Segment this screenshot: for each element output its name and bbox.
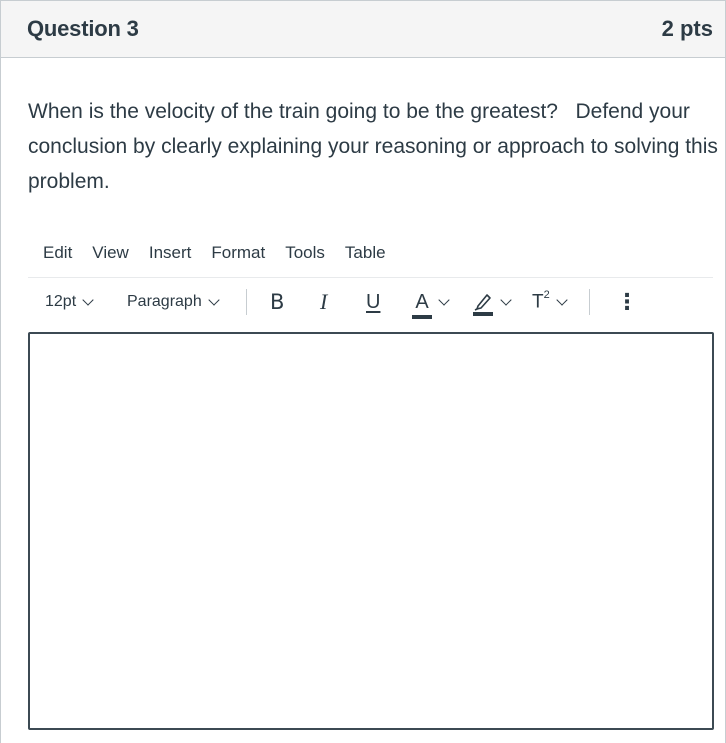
menu-view[interactable]: View — [92, 243, 129, 265]
highlight-color-button[interactable] — [472, 285, 512, 319]
editor-toolbar: 12pt Paragraph B I U A T2 ⋮ — [28, 285, 713, 319]
menu-tools[interactable]: Tools — [285, 243, 325, 265]
chevron-down-icon — [208, 293, 220, 306]
rich-text-editor[interactable] — [28, 332, 714, 730]
chevron-down-icon — [500, 293, 512, 306]
chevron-down-icon — [438, 293, 450, 306]
toolbar-divider — [246, 289, 247, 315]
toolbar-divider — [589, 289, 590, 315]
question-points: 2 pts — [661, 16, 713, 41]
question-card: Question 3 2 pts When is the velocity of… — [0, 0, 726, 743]
menu-edit[interactable]: Edit — [43, 243, 72, 265]
block-format-value: Paragraph — [127, 293, 202, 310]
menubar-divider — [28, 277, 713, 278]
italic-button[interactable]: I — [320, 285, 327, 319]
question-header: Question 3 2 pts — [1, 1, 725, 58]
highlighter-icon — [472, 287, 494, 317]
bold-button[interactable]: B — [270, 285, 284, 319]
superscript-icon: T2 — [532, 288, 550, 313]
question-title: Question 3 — [27, 16, 139, 41]
chevron-down-icon — [82, 293, 94, 306]
bold-icon: B — [270, 290, 285, 314]
underline-icon: U — [366, 290, 381, 313]
italic-icon: I — [320, 289, 328, 314]
question-text: When is the velocity of the train going … — [28, 100, 718, 193]
editor-menubar: Edit View Insert Format Tools Table — [43, 243, 406, 265]
more-vertical-icon: ⋮ — [616, 289, 638, 314]
block-format-dropdown[interactable]: Paragraph — [127, 285, 220, 319]
superscript-button[interactable]: T2 — [532, 285, 568, 319]
font-size-value: 12pt — [45, 293, 77, 310]
text-color-icon: A — [412, 291, 432, 319]
more-options-button[interactable]: ⋮ — [616, 285, 638, 319]
font-size-dropdown[interactable]: 12pt — [45, 285, 94, 319]
menu-insert[interactable]: Insert — [149, 243, 192, 265]
menu-table[interactable]: Table — [345, 243, 386, 265]
text-color-button[interactable]: A — [412, 285, 450, 319]
menu-format[interactable]: Format — [211, 243, 265, 265]
chevron-down-icon — [556, 293, 568, 306]
underline-button[interactable]: U — [366, 285, 380, 319]
